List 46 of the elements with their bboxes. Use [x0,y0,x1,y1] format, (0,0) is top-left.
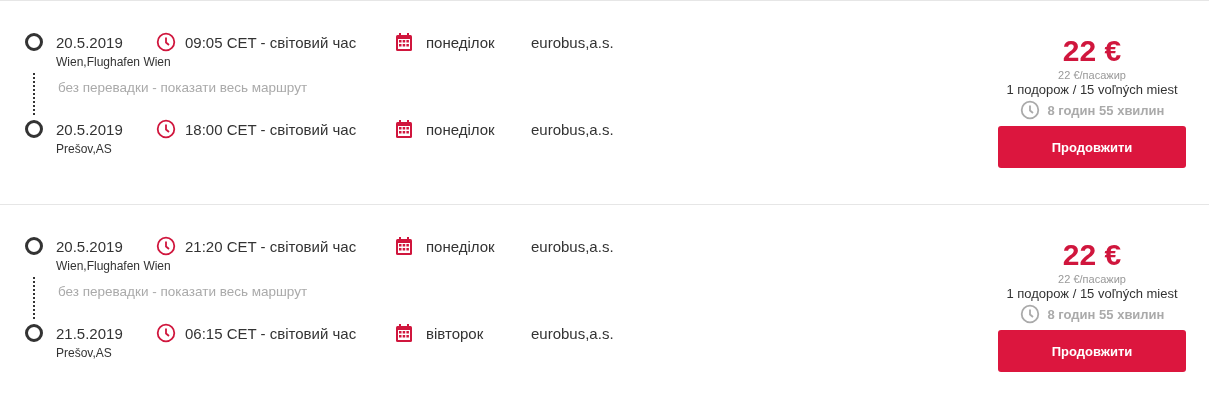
availability-text: 1 подорож / 15 voľných miest [1006,82,1178,97]
clock-icon [1019,304,1040,324]
station-name: Wien,Flughafen Wien [56,259,172,273]
duration-text: 8 годин 55 хвилин [1047,306,1165,322]
stop-circle-icon [24,236,44,256]
departure-date: 21.5.2019 [56,324,124,342]
stop-circle-icon [24,119,44,139]
calendar-icon [395,236,413,256]
departure-date: 20.5.2019 [56,33,124,51]
departure-date: 20.5.2019 [56,237,124,255]
dotted-connector [33,277,35,319]
operator-name: eurobus,a.s. [531,237,614,255]
weekday-text: вівторок [426,324,485,342]
calendar-icon [395,323,413,343]
weekday-text: понеділок [426,120,496,138]
station-name: Wien,Flughafen Wien [56,55,172,69]
operator-name: eurobus,a.s. [531,324,614,342]
clock-icon [1019,100,1040,120]
station-name: Prešov,AS [56,346,113,360]
price-per-passenger: 22 €/пасажир [1058,69,1126,81]
operator-name: eurobus,a.s. [531,120,614,138]
operator-name: eurobus,a.s. [531,33,614,51]
stop-circle-icon [24,323,44,343]
continue-button[interactable]: Продовжити [998,126,1186,168]
weekday-text: понеділок [426,33,496,51]
availability-text: 1 подорож / 15 voľných miest [1006,286,1178,301]
departure-date: 20.5.2019 [56,120,124,138]
clock-icon [156,323,176,343]
weekday-text: понеділок [426,237,496,255]
duration-text: 8 годин 55 хвилин [1047,102,1165,118]
time-text: 06:15 CET - світовий час [185,324,358,342]
clock-icon [156,236,176,256]
station-name: Prešov,AS [56,142,113,156]
continue-button[interactable]: Продовжити [998,330,1186,372]
time-text: 21:20 CET - світовий час [185,237,358,255]
price: 22 € [1062,239,1122,271]
price-per-passenger: 22 €/пасажир [1058,273,1126,285]
calendar-icon [395,32,413,52]
calendar-icon [395,119,413,139]
dotted-connector [33,73,35,115]
stop-circle-icon [24,32,44,52]
time-text: 09:05 CET - світовий час [185,33,358,51]
clock-icon [156,119,176,139]
time-text: 18:00 CET - світовий час [185,120,358,138]
price: 22 € [1062,35,1122,67]
clock-icon [156,32,176,52]
